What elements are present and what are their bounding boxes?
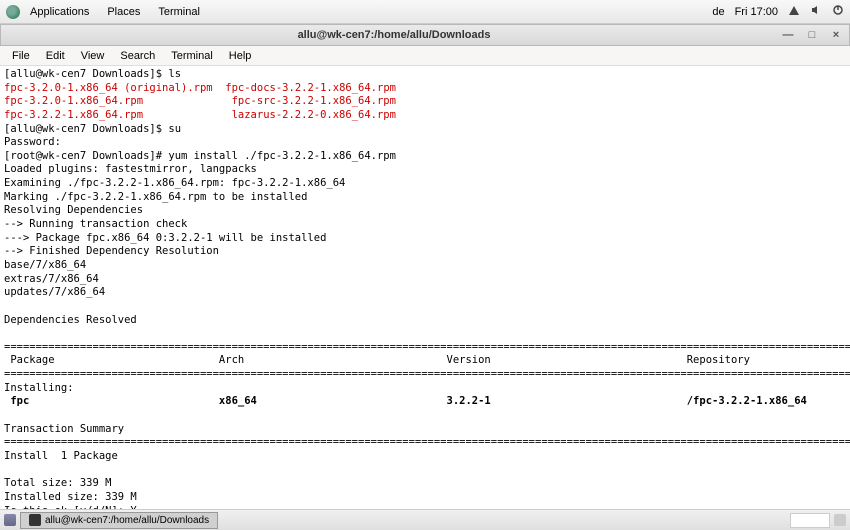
volume-icon[interactable] — [810, 4, 822, 19]
menu-search[interactable]: Search — [112, 48, 163, 64]
taskbar-item-terminal[interactable]: allu@wk-cen7:/home/allu/Downloads — [20, 512, 218, 529]
menu-file[interactable]: File — [4, 48, 38, 64]
menu-help[interactable]: Help — [221, 48, 260, 64]
taskbar: allu@wk-cen7:/home/allu/Downloads — [0, 509, 850, 530]
close-button[interactable]: × — [829, 29, 843, 41]
taskbar-end-icon[interactable] — [834, 514, 846, 526]
taskbar-tray-box[interactable] — [790, 513, 830, 528]
menu-terminal[interactable]: Terminal — [163, 48, 221, 64]
network-icon[interactable] — [788, 4, 800, 19]
terminal-menu[interactable]: Terminal — [150, 4, 208, 20]
applications-menu[interactable]: Applications — [22, 4, 97, 20]
activities-icon — [6, 5, 20, 19]
menubar: File Edit View Search Terminal Help — [0, 46, 850, 66]
menu-edit[interactable]: Edit — [38, 48, 73, 64]
power-icon[interactable] — [832, 4, 844, 19]
top-panel: Applications Places Terminal de Fri 17:0… — [0, 0, 850, 24]
maximize-button[interactable]: □ — [805, 29, 819, 41]
clock[interactable]: Fri 17:00 — [735, 6, 778, 18]
places-menu[interactable]: Places — [99, 4, 148, 20]
keyboard-layout[interactable]: de — [712, 6, 724, 18]
window-titlebar[interactable]: allu@wk-cen7:/home/allu/Downloads — □ × — [0, 24, 850, 46]
show-desktop-icon[interactable] — [4, 514, 16, 526]
menu-view[interactable]: View — [73, 48, 113, 64]
window-title: allu@wk-cen7:/home/allu/Downloads — [7, 29, 781, 41]
terminal-output[interactable]: [allu@wk-cen7 Downloads]$ ls fpc-3.2.0-1… — [0, 66, 850, 509]
terminal-icon — [29, 514, 41, 526]
taskbar-item-label: allu@wk-cen7:/home/allu/Downloads — [45, 515, 209, 526]
minimize-button[interactable]: — — [781, 29, 795, 41]
